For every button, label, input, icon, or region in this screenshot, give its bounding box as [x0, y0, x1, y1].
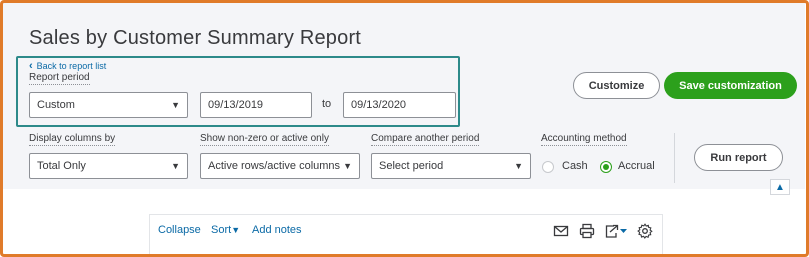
- gear-icon[interactable]: [637, 223, 653, 239]
- compare-period-label: Compare another period: [371, 133, 480, 146]
- display-columns-value: Total Only: [37, 160, 86, 172]
- compare-period-placeholder: Select period: [379, 160, 444, 172]
- compare-period-select[interactable]: Select period ▼: [371, 153, 531, 179]
- collapse-link[interactable]: Collapse: [158, 224, 201, 236]
- to-date-value: 09/13/2020: [351, 99, 407, 111]
- options-divider: [674, 133, 675, 183]
- save-customization-button[interactable]: Save customization: [664, 72, 797, 99]
- print-icon[interactable]: [579, 223, 595, 239]
- dropdown-caret-icon: ▼: [343, 161, 352, 171]
- show-nonzero-select[interactable]: Active rows/active columns ▼: [200, 153, 360, 179]
- cash-radio-label: Cash: [562, 160, 588, 172]
- to-label: to: [322, 98, 332, 110]
- dropdown-caret-icon: ▼: [171, 100, 180, 110]
- from-date-input[interactable]: 09/13/2019: [200, 92, 312, 118]
- chevron-left-icon: ‹: [29, 60, 33, 72]
- report-period-label: Report period: [29, 72, 90, 85]
- cash-radio[interactable]: [542, 161, 554, 173]
- back-link-label: Back to report list: [36, 61, 107, 71]
- add-notes-link[interactable]: Add notes: [252, 224, 302, 236]
- customize-button[interactable]: Customize: [573, 72, 660, 99]
- accrual-radio-label: Accrual: [618, 160, 655, 172]
- report-toolbar: Collapse Sort▼ Add notes: [149, 214, 663, 257]
- show-nonzero-value: Active rows/active columns: [208, 160, 341, 172]
- from-date-value: 09/13/2019: [208, 99, 264, 111]
- back-to-report-list-link[interactable]: ‹ Back to report list: [29, 60, 106, 72]
- sort-caret-icon: ▼: [231, 225, 241, 235]
- accrual-radio[interactable]: [600, 161, 612, 173]
- display-columns-select[interactable]: Total Only ▼: [29, 153, 188, 179]
- run-report-button[interactable]: Run report: [694, 144, 783, 171]
- to-date-input[interactable]: 09/13/2020: [343, 92, 456, 118]
- export-icon[interactable]: [604, 223, 630, 239]
- show-nonzero-label: Show non-zero or active only: [200, 133, 329, 146]
- report-period-value: Custom: [37, 99, 75, 111]
- dropdown-caret-icon: ▼: [171, 161, 180, 171]
- sort-link[interactable]: Sort▼: [211, 224, 240, 236]
- collapse-options-button[interactable]: ▲: [770, 179, 790, 195]
- display-columns-label: Display columns by: [29, 133, 116, 146]
- sort-label: Sort: [211, 224, 232, 236]
- report-period-select[interactable]: Custom ▼: [29, 92, 188, 118]
- accounting-method-label: Accounting method: [541, 133, 627, 146]
- page-title: Sales by Customer Summary Report: [29, 27, 362, 49]
- chevron-up-icon: ▲: [775, 181, 785, 193]
- email-icon[interactable]: [553, 223, 569, 239]
- dropdown-caret-icon: ▼: [514, 161, 523, 171]
